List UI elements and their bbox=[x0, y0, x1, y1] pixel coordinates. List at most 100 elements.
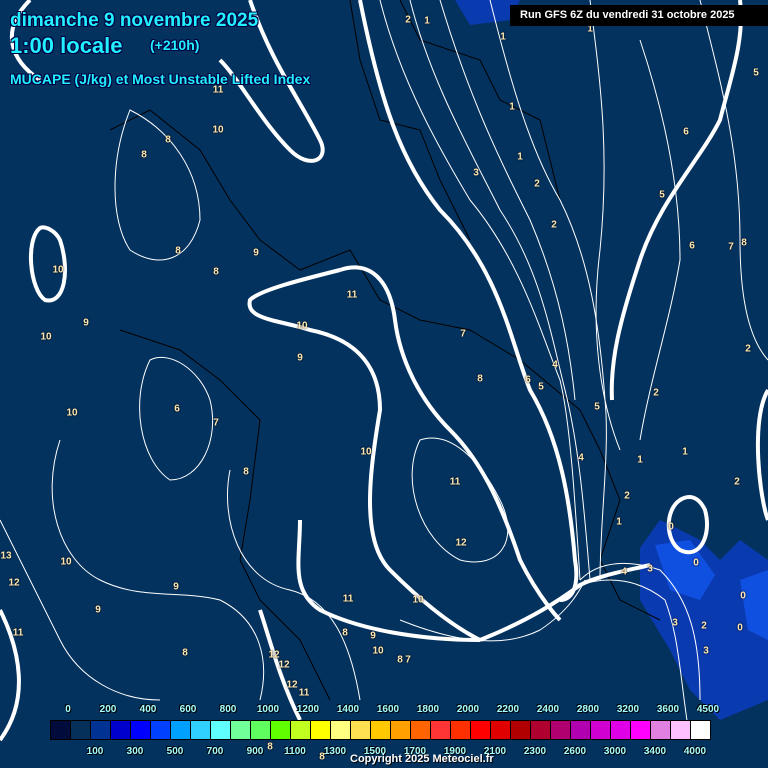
run-banner: Run GFS 6Z du vendredi 31 octobre 2025 bbox=[510, 5, 768, 26]
colorbar-cell bbox=[391, 721, 411, 739]
colorbar-cell bbox=[471, 721, 491, 739]
colorbar-cell bbox=[611, 721, 631, 739]
colorbar-tick-bottom: 1100 bbox=[284, 746, 306, 757]
lifted-index-label: 10 bbox=[52, 264, 64, 276]
colorbar-cell bbox=[71, 721, 91, 739]
lifted-index-label: 11 bbox=[298, 687, 310, 699]
lifted-index-label: 10 bbox=[40, 331, 52, 343]
lifted-index-label: 10 bbox=[296, 320, 308, 332]
lifted-index-label: 2 bbox=[405, 14, 411, 26]
colorbar-cell bbox=[251, 721, 271, 739]
colorbar-tick-top: 2800 bbox=[576, 704, 600, 715]
colorbar bbox=[50, 720, 711, 740]
lifted-index-label: 2 bbox=[653, 387, 659, 399]
colorbar-cell bbox=[171, 721, 191, 739]
lifted-index-label: 0 bbox=[737, 622, 743, 634]
lifted-index-label: 8 bbox=[342, 627, 348, 639]
colorbar-tick-bottom: 700 bbox=[206, 746, 224, 757]
forecast-time: 1:00 locale bbox=[10, 33, 123, 58]
lifted-index-label: 8 bbox=[741, 237, 747, 249]
lifted-index-label: 2 bbox=[701, 620, 707, 632]
colorbar-tick-top: 1400 bbox=[336, 704, 360, 715]
lifted-index-label: 9 bbox=[173, 581, 179, 593]
lifted-index-label: 8 bbox=[165, 134, 171, 146]
lifted-index-label: 11 bbox=[342, 593, 354, 605]
colorbar-tick-top: 1200 bbox=[296, 704, 320, 715]
colorbar-cell bbox=[511, 721, 531, 739]
colorbar-cell bbox=[531, 721, 551, 739]
copyright: Copyright 2025 Meteociel.fr bbox=[350, 753, 494, 765]
lifted-index-label: 2 bbox=[745, 343, 751, 355]
lifted-index-label: 8 bbox=[267, 741, 273, 753]
lifted-index-label: 6 bbox=[525, 374, 531, 386]
lifted-index-label: 4 bbox=[552, 359, 558, 371]
lifted-index-label: 10 bbox=[412, 594, 424, 606]
colorbar-cell bbox=[91, 721, 111, 739]
contour-map bbox=[0, 0, 768, 742]
lifted-index-label: 10 bbox=[372, 645, 384, 657]
lifted-index-label: 1 bbox=[517, 151, 523, 163]
colorbar-cell bbox=[451, 721, 471, 739]
colorbar-cell bbox=[311, 721, 331, 739]
lifted-index-label: 8 bbox=[243, 466, 249, 478]
colorbar-tick-top: 200 bbox=[99, 704, 117, 715]
colorbar-cell bbox=[351, 721, 371, 739]
lifted-index-label: 1 bbox=[509, 101, 515, 113]
lifted-index-label: 5 bbox=[659, 189, 665, 201]
colorbar-tick-bottom: 3000 bbox=[603, 746, 627, 757]
lifted-index-label: 7 bbox=[213, 417, 219, 429]
colorbar-tick-bottom: 2600 bbox=[563, 746, 587, 757]
lifted-index-label: 4 bbox=[578, 452, 584, 464]
lifted-index-label: 5 bbox=[594, 401, 600, 413]
colorbar-tick-top: 1800 bbox=[416, 704, 440, 715]
colorbar-tick-top: 2200 bbox=[496, 704, 520, 715]
lifted-index-label: 1 bbox=[500, 31, 506, 43]
colorbar-tick-bottom: 500 bbox=[166, 746, 184, 757]
colorbar-tick-bottom: 2300 bbox=[523, 746, 547, 757]
lifted-index-label: 7 bbox=[460, 328, 466, 340]
colorbar-tick-bottom: 100 bbox=[86, 746, 104, 757]
colorbar-tick-top: 4500 bbox=[696, 704, 720, 715]
lifted-index-label: 9 bbox=[253, 247, 259, 259]
lifted-index-label: 9 bbox=[83, 317, 89, 329]
colorbar-cell bbox=[411, 721, 431, 739]
colorbar-tick-bottom: 3400 bbox=[643, 746, 667, 757]
colorbar-tick-top: 3600 bbox=[656, 704, 680, 715]
lifted-index-label: 10 bbox=[66, 407, 78, 419]
lifted-index-label: 11 bbox=[449, 476, 461, 488]
lifted-index-label: 10 bbox=[212, 124, 224, 136]
colorbar-tick-top: 1000 bbox=[256, 704, 280, 715]
colorbar-cell bbox=[111, 721, 131, 739]
colorbar-tick-bottom: 900 bbox=[246, 746, 264, 757]
forecast-lead: (+210h) bbox=[150, 37, 200, 53]
colorbar-cell bbox=[591, 721, 611, 739]
lifted-index-label: 8 bbox=[477, 373, 483, 385]
lifted-index-label: 0 bbox=[740, 590, 746, 602]
colorbar-tick-bottom: 1300 bbox=[323, 746, 347, 757]
lifted-index-label: 7 bbox=[728, 241, 734, 253]
lifted-index-label: 8 bbox=[213, 266, 219, 278]
forecast-date: dimanche 9 novembre 2025 bbox=[10, 10, 259, 31]
lifted-index-label: 2 bbox=[534, 178, 540, 190]
colorbar-cell bbox=[151, 721, 171, 739]
lifted-index-label: 3 bbox=[473, 167, 479, 179]
lifted-index-label: 4 bbox=[621, 566, 627, 578]
lifted-index-label: 10 bbox=[360, 446, 372, 458]
lifted-index-label: 6 bbox=[689, 240, 695, 252]
lifted-index-label: 11 bbox=[346, 289, 358, 301]
colorbar-tick-top: 400 bbox=[139, 704, 157, 715]
lifted-index-label: 6 bbox=[683, 126, 689, 138]
lifted-index-label: 8 bbox=[175, 245, 181, 257]
colorbar-cell bbox=[691, 721, 710, 739]
weather-map: 2 1 1 1 5 11 10 8 8 1 1 3 2 6 5 2 6 7 8 8 9 8 10 11 9 10 10 7 2 9 8 6 5 4… bbox=[0, 0, 768, 768]
lifted-index-label: 9 bbox=[95, 604, 101, 616]
lifted-index-label: 6 bbox=[174, 403, 180, 415]
lifted-index-label: 9 bbox=[297, 352, 303, 364]
lifted-index-label: 1 bbox=[682, 446, 688, 458]
lifted-index-label: 3 bbox=[672, 617, 678, 629]
colorbar-cell bbox=[491, 721, 511, 739]
lifted-index-label: 8 bbox=[141, 149, 147, 161]
colorbar-cell bbox=[271, 721, 291, 739]
colorbar-tick-top: 2000 bbox=[456, 704, 480, 715]
lifted-index-label: 0 bbox=[693, 557, 699, 569]
